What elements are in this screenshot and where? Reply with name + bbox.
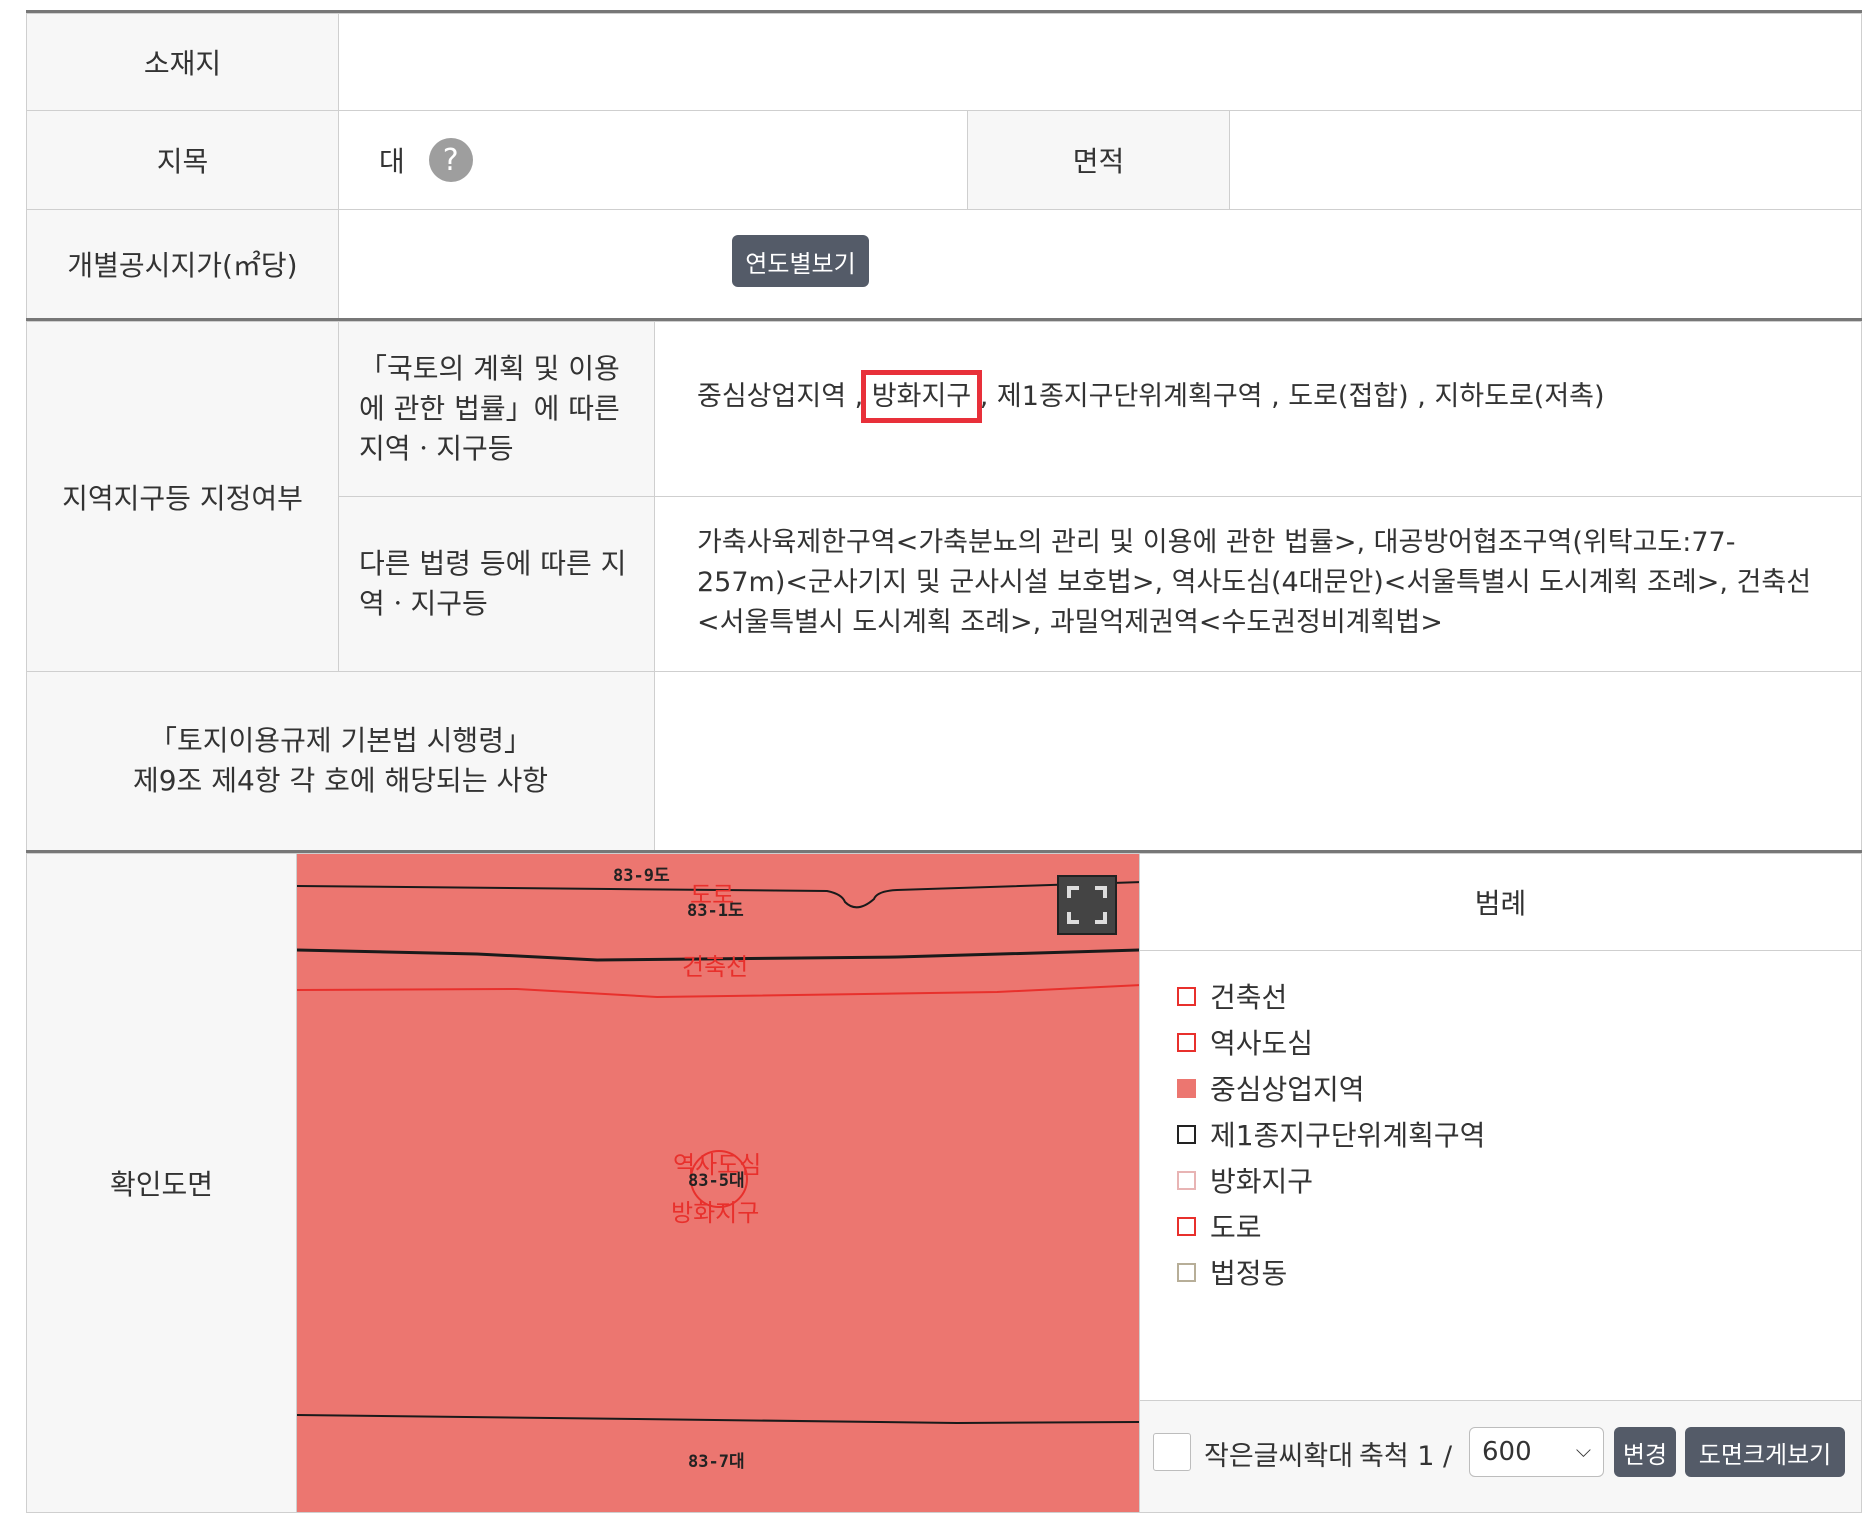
separator: , [1408, 380, 1435, 412]
legend-item-fire: 방화지구 [1177, 1162, 1313, 1198]
chevron-down-icon: ⌵ [1575, 1438, 1591, 1462]
parcel-83-1: 83-1도 [687, 901, 744, 921]
legend-swatch [1177, 1262, 1196, 1282]
price-value: 연도별보기 [338, 209, 1862, 319]
legend-item-road: 도로 [1177, 1208, 1262, 1244]
law1-label-text: 「국토의 계획 및 이용에 관한 법률」에 따른 지역ㆍ지구등 [359, 352, 620, 465]
legend-item-commercial: 중심상업지역 [1177, 1070, 1365, 1106]
law2-text: 가축사육제한구역<가축분뇨의 관리 및 이용에 관한 법률>, 대공방어협조구역… [697, 527, 1812, 638]
separator: , [846, 380, 872, 412]
legend-label: 방화지구 [1210, 1165, 1314, 1198]
zone-label-building-line: 건축선 [682, 953, 748, 981]
land-category-label-text: 지목 [156, 145, 209, 178]
land-category-text: 대 [379, 145, 405, 178]
fullscreen-icon[interactable] [1057, 875, 1117, 935]
price-label: 개별공시지가(㎡당) [26, 209, 339, 319]
area-label-text: 면적 [1072, 145, 1125, 178]
separator: , [971, 380, 997, 412]
parcel-83-5: 83-5대 [688, 1171, 745, 1191]
legend-swatch [1177, 1124, 1196, 1144]
price-label-text: 개별공시지가(㎡당) [67, 249, 298, 282]
legend-title: 범례 [1139, 853, 1862, 951]
zoning-label-text: 지역지구등 지정여부 [62, 481, 303, 515]
legend-item-district-unit: 제1종지구단위계획구역 [1177, 1116, 1485, 1152]
scale-select[interactable]: 600 ⌵ [1469, 1427, 1604, 1477]
location-label-text: 소재지 [143, 47, 222, 80]
enlarge-text-checkbox[interactable] [1153, 1433, 1191, 1471]
legend-label: 제1종지구단위계획구역 [1210, 1119, 1486, 1152]
legend-swatch [1177, 1032, 1196, 1052]
law2-value: 가축사육제한구역<가축분뇨의 관리 및 이용에 관한 법률>, 대공방어협조구역… [654, 496, 1862, 672]
law1-value: 중심상업지역 , 방화지구 , 제1종지구단위계획구역 , 도로(접합) , 지… [654, 321, 1862, 497]
map-view[interactable]: 83-9도 도로 83-1도 건축선 역사도심 83-5대 방화지구 83-7대 [296, 853, 1140, 1513]
zone-underground-road[interactable]: 지하도로(저촉) [1434, 381, 1604, 412]
enlarge-text-label: 작은글씨확대 [1204, 1441, 1354, 1472]
scale-label: 축척 1 / [1359, 1441, 1453, 1472]
legend-label: 중심상업지역 [1210, 1073, 1365, 1106]
zone-district-unit[interactable]: 제1종지구단위계획구역 [997, 381, 1263, 412]
map-canvas[interactable]: 83-9도 도로 83-1도 건축선 역사도심 83-5대 방화지구 83-7대 [297, 854, 1140, 1513]
enforcement-label-line2: 제9조 제4항 각 호에 해당되는 사항 [132, 764, 548, 797]
legend-title-text: 범례 [1474, 886, 1527, 920]
legend-swatch [1177, 1216, 1196, 1236]
enforcement-value [654, 671, 1862, 851]
area-label: 면적 [967, 110, 1230, 210]
location-label: 소재지 [26, 13, 339, 111]
legend-label: 역사도심 [1210, 1027, 1314, 1060]
parcel-83-7: 83-7대 [688, 1452, 745, 1472]
legend-label: 도로 [1210, 1211, 1262, 1244]
yearly-view-button[interactable]: 연도별보기 [732, 235, 869, 287]
legend-label: 법정동 [1210, 1257, 1288, 1290]
location-value [338, 13, 1862, 111]
enforcement-label: 「토지이용규제 기본법 시행령」 제9조 제4항 각 호에 해당되는 사항 [26, 671, 655, 851]
legend-swatch [1177, 1170, 1196, 1190]
legend-swatch [1177, 1078, 1196, 1098]
legend-item-legal-dong: 법정동 [1177, 1254, 1287, 1290]
help-icon[interactable]: ? [428, 138, 473, 182]
area-value [1229, 110, 1862, 210]
separator: , [1262, 380, 1289, 412]
land-category-value: 대 ? [338, 110, 968, 210]
zone-label-fire: 방화지구 [671, 1199, 759, 1227]
law1-label: 「국토의 계획 및 이용에 관한 법률」에 따른 지역ㆍ지구등 [338, 321, 655, 497]
parcel-83-9: 83-9도 [613, 866, 670, 886]
legend-item-building-line: 건축선 [1177, 978, 1287, 1014]
map-label: 확인도면 [26, 853, 297, 1513]
zone-road[interactable]: 도로(접합) [1288, 381, 1408, 412]
land-category-label: 지목 [26, 110, 339, 210]
scale-select-value: 600 [1482, 1437, 1532, 1467]
law2-label: 다른 법령 등에 따른 지역ㆍ지구등 [338, 496, 655, 672]
zoning-label: 지역지구등 지정여부 [26, 321, 339, 672]
map-label-text: 확인도면 [109, 1168, 214, 1201]
view-large-map-button[interactable]: 도면크게보기 [1685, 1427, 1845, 1477]
law2-label-text: 다른 법령 등에 따른 지역ㆍ지구등 [359, 547, 627, 620]
zone-fire-district[interactable]: 방화지구 [860, 369, 983, 423]
legend-swatch [1177, 986, 1196, 1006]
legend-item-historic: 역사도심 [1177, 1024, 1313, 1060]
enforcement-label-line1: 「토지이용규제 기본법 시행령」 [149, 724, 532, 757]
legend-label: 건축선 [1210, 981, 1288, 1014]
law1-zone-list: 중심상업지역 , 방화지구 , 제1종지구단위계획구역 , 도로(접합) , 지… [697, 369, 1605, 423]
change-scale-button[interactable]: 변경 [1614, 1427, 1676, 1477]
zone-commercial[interactable]: 중심상업지역 [697, 381, 846, 412]
